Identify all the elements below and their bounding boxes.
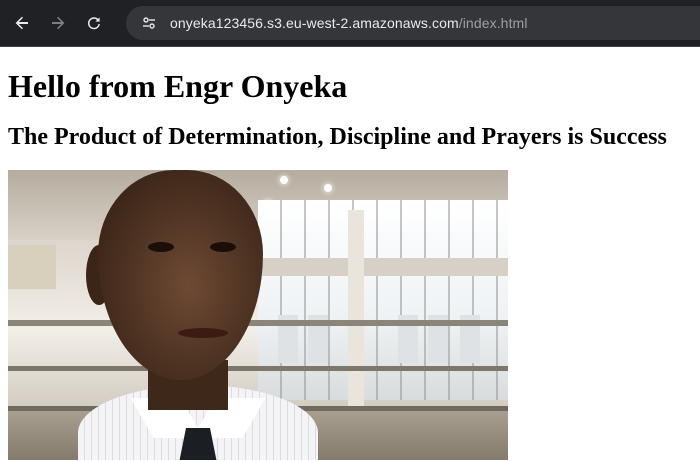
- photo-mouth: [178, 328, 228, 338]
- photo-sign: [8, 245, 56, 289]
- back-button[interactable]: [8, 9, 36, 37]
- forward-button[interactable]: [44, 9, 72, 37]
- page-heading: Hello from Engr Onyeka: [8, 68, 348, 104]
- photo-eye: [148, 242, 174, 252]
- address-bar[interactable]: onyeka123456.s3.eu-west-2.amazonaws.com/…: [126, 6, 700, 40]
- photo-column: [348, 210, 364, 420]
- arrow-left-icon: [15, 16, 28, 30]
- photo-eye: [210, 242, 236, 252]
- portrait-photo: [8, 170, 508, 460]
- reload-button[interactable]: [80, 9, 108, 37]
- url-host: onyeka123456.s3.eu-west-2.amazonaws.com: [170, 15, 459, 31]
- photo-head: [98, 170, 263, 380]
- page-content: Hello from Engr Onyeka The Product of De…: [0, 68, 700, 460]
- tune-icon: [143, 17, 155, 29]
- photo-person: [78, 170, 318, 460]
- page-subheading: The Product of Determination, Discipline…: [8, 124, 667, 150]
- reload-icon: [87, 17, 100, 30]
- url-path: /index.html: [458, 15, 528, 31]
- url-text[interactable]: onyeka123456.s3.eu-west-2.amazonaws.com/…: [170, 15, 528, 31]
- browser-toolbar: onyeka123456.s3.eu-west-2.amazonaws.com/…: [0, 0, 700, 47]
- arrow-right-icon: [52, 16, 65, 30]
- photo-light: [324, 184, 332, 192]
- site-info-button[interactable]: [138, 12, 160, 34]
